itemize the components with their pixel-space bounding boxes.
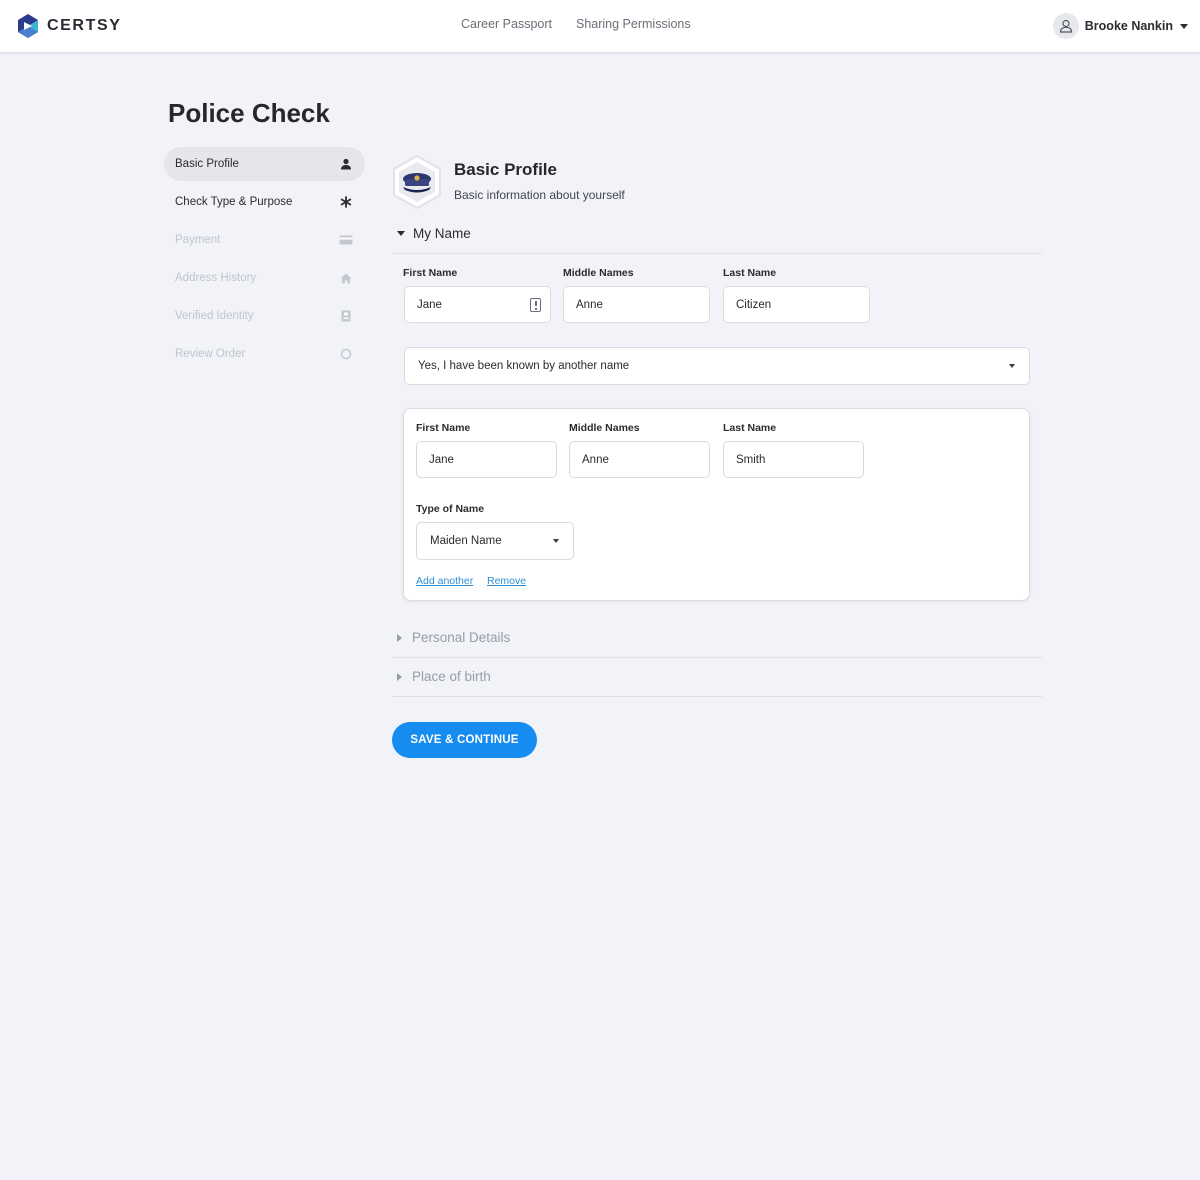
caret-right-icon (397, 633, 402, 642)
user-menu[interactable]: Brooke Nankin (1052, 13, 1188, 39)
sidebar-item-label: Payment (175, 234, 221, 246)
sidebar-item-address-history[interactable]: Address History (164, 261, 365, 295)
sidebar-item-label: Address History (175, 272, 257, 284)
accordion-label: My Name (413, 226, 471, 241)
other-middle-names-label: Middle Names (569, 422, 640, 434)
accordion-personal-details[interactable]: Personal Details (392, 618, 1042, 658)
autofill-alert-icon[interactable] (530, 298, 541, 312)
first-name-label: First Name (403, 267, 458, 279)
top-navigation-bar: CERTSY Career Passport Sharing Permissio… (0, 0, 1200, 52)
other-first-name-value: Jane (429, 453, 454, 466)
type-of-name-select[interactable]: Maiden Name (416, 522, 574, 560)
asterisk-icon (339, 195, 353, 209)
sidebar-item-label: Review Order (175, 348, 246, 360)
sidebar-item-check-type-purpose[interactable]: Check Type & Purpose (164, 185, 365, 219)
sidebar-item-label: Verified Identity (175, 310, 254, 322)
brand-name: CERTSY (47, 17, 122, 34)
other-first-name-field[interactable]: Jane (416, 441, 557, 478)
user-icon (1059, 19, 1072, 33)
sidebar-item-label: Check Type & Purpose (175, 196, 293, 208)
home-icon (339, 271, 353, 285)
accordion-label: Place of birth (412, 669, 491, 684)
last-name-value: Citizen (736, 298, 772, 311)
sidebar-item-review-order[interactable]: Review Order (164, 337, 365, 371)
sidebar-item-label: Basic Profile (175, 158, 239, 170)
other-name-card (403, 408, 1030, 601)
save-continue-button[interactable]: SAVE & CONTINUE (392, 722, 537, 758)
accordion-label: Personal Details (412, 630, 511, 645)
other-last-name-value: Smith (736, 453, 766, 466)
certsy-logo[interactable]: CERTSY (17, 12, 122, 40)
police-cap-icon (393, 154, 441, 210)
certsy-logo-icon (18, 14, 38, 38)
first-name-field[interactable]: Jane (404, 286, 551, 323)
other-first-name-label: First Name (416, 422, 471, 434)
first-name-value: Jane (417, 298, 442, 311)
accordion-place-of-birth[interactable]: Place of birth (392, 657, 1042, 697)
middle-names-label: Middle Names (563, 267, 634, 279)
user-name: Brooke Nankin (1084, 19, 1173, 33)
known-by-other-name-value: Yes, I have been known by another name (418, 360, 630, 372)
type-of-name-label: Type of Name (416, 503, 485, 515)
caret-down-icon (397, 231, 405, 236)
credit-card-icon (339, 233, 353, 247)
other-last-name-label: Last Name (723, 422, 777, 434)
avatar (1052, 13, 1079, 39)
sidebar-item-payment[interactable]: Payment (164, 223, 365, 257)
accordion-my-name[interactable]: My Name (392, 214, 1042, 254)
caret-right-icon (397, 672, 402, 681)
other-last-name-field[interactable]: Smith (723, 441, 864, 478)
circle-icon (339, 347, 353, 361)
user-icon (339, 157, 353, 171)
id-card-icon (339, 309, 353, 323)
nav-career-passport[interactable]: Career Passport (461, 17, 552, 31)
middle-names-field[interactable]: Anne (563, 286, 710, 323)
type-of-name-value: Maiden Name (430, 535, 502, 547)
section-subtitle: Basic information about yourself (454, 188, 625, 202)
nav-sharing-permissions[interactable]: Sharing Permissions (576, 17, 691, 31)
chevron-down-icon (553, 539, 559, 543)
add-another-link[interactable]: Add another (416, 575, 473, 587)
sidebar-item-verified-identity[interactable]: Verified Identity (164, 299, 365, 333)
section-title: Basic Profile (454, 160, 557, 179)
sidebar-item-basic-profile[interactable]: Basic Profile (164, 147, 365, 181)
remove-link[interactable]: Remove (487, 575, 526, 587)
middle-names-value: Anne (576, 298, 603, 311)
chevron-down-icon (1009, 364, 1015, 368)
known-by-other-name-select[interactable]: Yes, I have been known by another name (404, 347, 1030, 385)
page-title: Police Check (168, 98, 330, 128)
last-name-field[interactable]: Citizen (723, 286, 870, 323)
other-middle-names-value: Anne (582, 453, 609, 466)
chevron-down-icon[interactable] (1180, 23, 1188, 29)
other-middle-names-field[interactable]: Anne (569, 441, 710, 478)
last-name-label: Last Name (723, 267, 777, 279)
